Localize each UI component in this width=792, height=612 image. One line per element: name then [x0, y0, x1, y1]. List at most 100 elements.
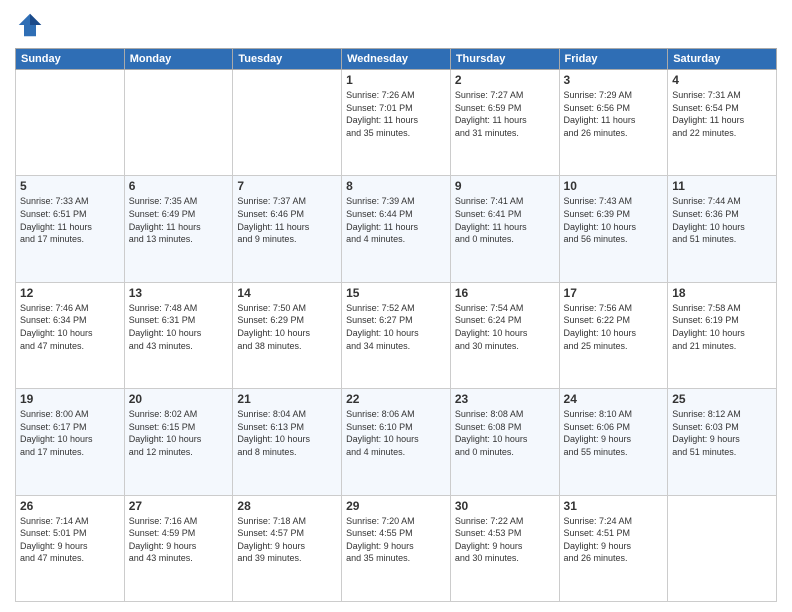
day-number: 21 [237, 392, 337, 406]
calendar-cell: 27Sunrise: 7:16 AM Sunset: 4:59 PM Dayli… [124, 495, 233, 601]
day-info: Sunrise: 7:33 AM Sunset: 6:51 PM Dayligh… [20, 195, 120, 245]
day-number: 30 [455, 499, 555, 513]
day-info: Sunrise: 7:29 AM Sunset: 6:56 PM Dayligh… [564, 89, 664, 139]
weekday-tuesday: Tuesday [233, 49, 342, 70]
day-number: 16 [455, 286, 555, 300]
day-number: 22 [346, 392, 446, 406]
calendar-cell: 7 Sunrise: 7:37 AM Sunset: 6:46 PM Daylig… [233, 176, 342, 282]
day-info: Sunrise: 8:08 AM Sunset: 6:08 PM Dayligh… [455, 408, 555, 458]
day-number: 23 [455, 392, 555, 406]
weekday-thursday: Thursday [450, 49, 559, 70]
day-info: Sunrise: 8:02 AM Sunset: 6:15 PM Dayligh… [129, 408, 229, 458]
day-number: 18 [672, 286, 772, 300]
day-number: 19 [20, 392, 120, 406]
day-info: Sunrise: 7:58 AM Sunset: 6:19 PM Dayligh… [672, 302, 772, 352]
day-number: 12 [20, 286, 120, 300]
calendar-cell: 6Sunrise: 7:35 AM Sunset: 6:49 PM Daylig… [124, 176, 233, 282]
calendar-cell: 10Sunrise: 7:43 AM Sunset: 6:39 PM Dayli… [559, 176, 668, 282]
calendar-cell: 20 Sunrise: 8:02 AM Sunset: 6:15 PM Dayli… [124, 389, 233, 495]
day-info: Sunrise: 7:24 AM Sunset: 4:51 PM Dayligh… [564, 515, 664, 565]
day-info: Sunrise: 7:43 AM Sunset: 6:39 PM Dayligh… [564, 195, 664, 245]
day-info: Sunrise: 7:20 AM Sunset: 4:55 PM Dayligh… [346, 515, 446, 565]
day-number: 26 [20, 499, 120, 513]
calendar-cell: 13Sunrise: 7:48 AM Sunset: 6:31 PM Dayli… [124, 282, 233, 388]
day-number: 4 [672, 73, 772, 87]
day-number: 29 [346, 499, 446, 513]
calendar-cell: 5 Sunrise: 7:33 AM Sunset: 6:51 PM Daylig… [16, 176, 125, 282]
calendar-cell: 17 Sunrise: 7:56 AM Sunset: 6:22 PM Dayli… [559, 282, 668, 388]
calendar-cell: 29 Sunrise: 7:20 AM Sunset: 4:55 PM Dayli… [342, 495, 451, 601]
day-number: 8 [346, 179, 446, 193]
header [15, 10, 777, 40]
day-info: Sunrise: 7:44 AM Sunset: 6:36 PM Dayligh… [672, 195, 772, 245]
calendar-cell: 4 Sunrise: 7:31 AM Sunset: 6:54 PM Daylig… [668, 70, 777, 176]
day-info: Sunrise: 7:31 AM Sunset: 6:54 PM Dayligh… [672, 89, 772, 139]
calendar-cell: 3Sunrise: 7:29 AM Sunset: 6:56 PM Daylig… [559, 70, 668, 176]
calendar-cell: 2 Sunrise: 7:27 AM Sunset: 6:59 PM Daylig… [450, 70, 559, 176]
weekday-monday: Monday [124, 49, 233, 70]
day-number: 11 [672, 179, 772, 193]
calendar-cell: 26 Sunrise: 7:14 AM Sunset: 5:01 PM Dayli… [16, 495, 125, 601]
calendar-cell: 16 Sunrise: 7:54 AM Sunset: 6:24 PM Dayli… [450, 282, 559, 388]
day-info: Sunrise: 7:50 AM Sunset: 6:29 PM Dayligh… [237, 302, 337, 352]
calendar-cell: 22 Sunrise: 8:06 AM Sunset: 6:10 PM Dayli… [342, 389, 451, 495]
day-info: Sunrise: 7:26 AM Sunset: 7:01 PM Dayligh… [346, 89, 446, 139]
day-info: Sunrise: 7:54 AM Sunset: 6:24 PM Dayligh… [455, 302, 555, 352]
calendar-cell: 8 Sunrise: 7:39 AM Sunset: 6:44 PM Daylig… [342, 176, 451, 282]
day-number: 20 [129, 392, 229, 406]
calendar-cell: 23 Sunrise: 8:08 AM Sunset: 6:08 PM Dayli… [450, 389, 559, 495]
day-info: Sunrise: 7:14 AM Sunset: 5:01 PM Dayligh… [20, 515, 120, 565]
calendar-cell: 19 Sunrise: 8:00 AM Sunset: 6:17 PM Dayli… [16, 389, 125, 495]
day-number: 24 [564, 392, 664, 406]
day-info: Sunrise: 7:56 AM Sunset: 6:22 PM Dayligh… [564, 302, 664, 352]
logo [15, 10, 49, 40]
day-info: Sunrise: 7:39 AM Sunset: 6:44 PM Dayligh… [346, 195, 446, 245]
weekday-wednesday: Wednesday [342, 49, 451, 70]
calendar-cell: 24 Sunrise: 8:10 AM Sunset: 6:06 PM Dayli… [559, 389, 668, 495]
day-info: Sunrise: 7:37 AM Sunset: 6:46 PM Dayligh… [237, 195, 337, 245]
weekday-friday: Friday [559, 49, 668, 70]
calendar-cell: 28Sunrise: 7:18 AM Sunset: 4:57 PM Dayli… [233, 495, 342, 601]
day-info: Sunrise: 7:22 AM Sunset: 4:53 PM Dayligh… [455, 515, 555, 565]
day-number: 2 [455, 73, 555, 87]
day-info: Sunrise: 8:00 AM Sunset: 6:17 PM Dayligh… [20, 408, 120, 458]
calendar-cell: 12 Sunrise: 7:46 AM Sunset: 6:34 PM Dayli… [16, 282, 125, 388]
day-number: 5 [20, 179, 120, 193]
day-number: 14 [237, 286, 337, 300]
day-number: 7 [237, 179, 337, 193]
calendar-cell [124, 70, 233, 176]
day-info: Sunrise: 7:46 AM Sunset: 6:34 PM Dayligh… [20, 302, 120, 352]
calendar-cell: 11 Sunrise: 7:44 AM Sunset: 6:36 PM Dayli… [668, 176, 777, 282]
calendar-week-3: 19 Sunrise: 8:00 AM Sunset: 6:17 PM Dayli… [16, 389, 777, 495]
day-number: 13 [129, 286, 229, 300]
day-number: 31 [564, 499, 664, 513]
day-info: Sunrise: 7:52 AM Sunset: 6:27 PM Dayligh… [346, 302, 446, 352]
calendar-cell [233, 70, 342, 176]
day-number: 25 [672, 392, 772, 406]
day-number: 15 [346, 286, 446, 300]
weekday-header-row: SundayMondayTuesdayWednesdayThursdayFrid… [16, 49, 777, 70]
weekday-sunday: Sunday [16, 49, 125, 70]
calendar-cell: 18 Sunrise: 7:58 AM Sunset: 6:19 PM Dayli… [668, 282, 777, 388]
calendar-week-0: 1 Sunrise: 7:26 AM Sunset: 7:01 PM Daylig… [16, 70, 777, 176]
calendar-table: SundayMondayTuesdayWednesdayThursdayFrid… [15, 48, 777, 602]
day-number: 9 [455, 179, 555, 193]
day-number: 17 [564, 286, 664, 300]
calendar-cell [16, 70, 125, 176]
day-info: Sunrise: 8:06 AM Sunset: 6:10 PM Dayligh… [346, 408, 446, 458]
calendar-week-1: 5 Sunrise: 7:33 AM Sunset: 6:51 PM Daylig… [16, 176, 777, 282]
day-info: Sunrise: 8:12 AM Sunset: 6:03 PM Dayligh… [672, 408, 772, 458]
calendar-page: SundayMondayTuesdayWednesdayThursdayFrid… [0, 0, 792, 612]
calendar-cell: 21Sunrise: 8:04 AM Sunset: 6:13 PM Dayli… [233, 389, 342, 495]
day-number: 28 [237, 499, 337, 513]
day-number: 6 [129, 179, 229, 193]
calendar-cell: 31 Sunrise: 7:24 AM Sunset: 4:51 PM Dayli… [559, 495, 668, 601]
day-info: Sunrise: 7:41 AM Sunset: 6:41 PM Dayligh… [455, 195, 555, 245]
calendar-week-2: 12 Sunrise: 7:46 AM Sunset: 6:34 PM Dayli… [16, 282, 777, 388]
day-number: 1 [346, 73, 446, 87]
day-info: Sunrise: 8:10 AM Sunset: 6:06 PM Dayligh… [564, 408, 664, 458]
day-info: Sunrise: 7:27 AM Sunset: 6:59 PM Dayligh… [455, 89, 555, 139]
day-number: 27 [129, 499, 229, 513]
calendar-cell: 30 Sunrise: 7:22 AM Sunset: 4:53 PM Dayli… [450, 495, 559, 601]
calendar-cell: 9 Sunrise: 7:41 AM Sunset: 6:41 PM Daylig… [450, 176, 559, 282]
